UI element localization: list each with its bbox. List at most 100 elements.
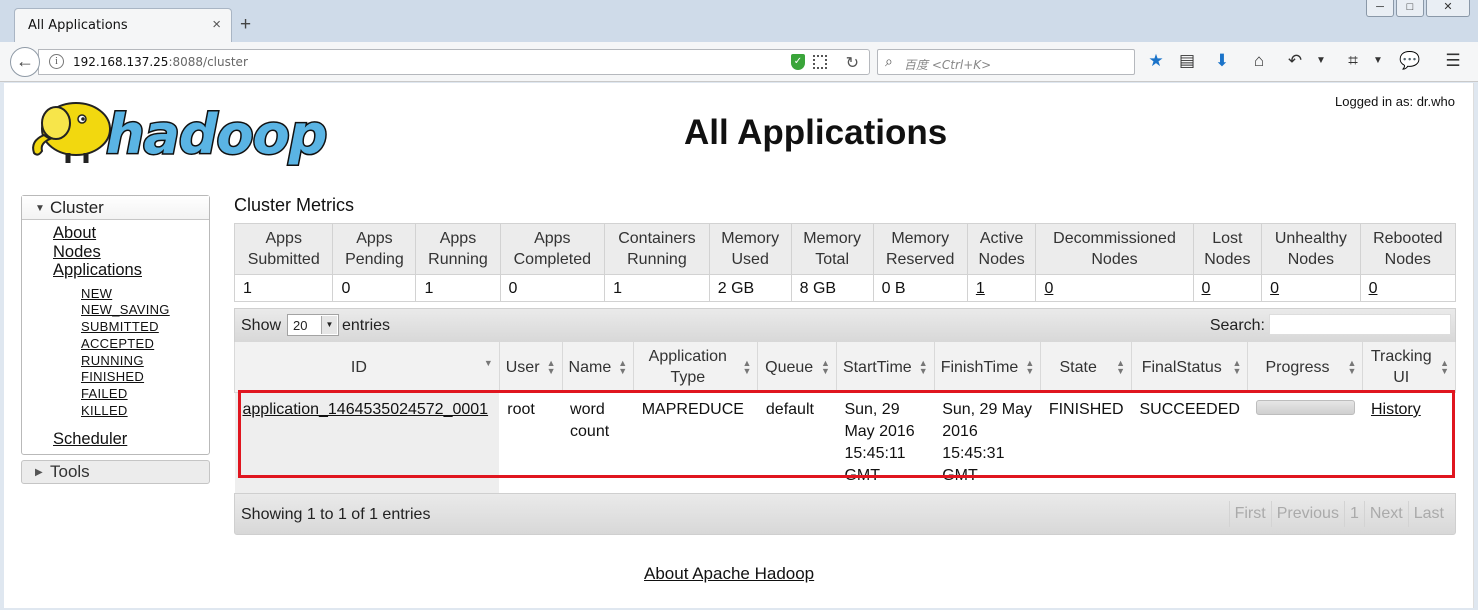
page-length-select[interactable]: 20 ▼ — [287, 314, 339, 336]
sidebar-link-nodes[interactable]: Nodes — [53, 243, 209, 262]
metric-lost-nodes: 0 — [1192, 274, 1263, 302]
menu-icon[interactable]: ☰ — [1442, 51, 1464, 71]
search-placeholder: 百度 <Ctrl+K> — [904, 58, 992, 72]
table-footer: Showing 1 to 1 of 1 entries First Previo… — [234, 493, 1456, 535]
reload-icon[interactable]: ↻ — [846, 53, 859, 73]
sidebar-link-state-accepted[interactable]: ACCEPTED — [81, 336, 209, 353]
unhealthy-nodes-link[interactable]: 0 — [1270, 280, 1279, 297]
hadoop-logo[interactable]: hadoop — [24, 91, 354, 171]
search-icon: ⌕ — [885, 53, 893, 69]
metric-memory-total: 8 GB — [790, 274, 874, 302]
sidebar-link-state-new-saving[interactable]: NEW_SAVING — [81, 302, 209, 319]
sidebar-link-state-finished[interactable]: FINISHED — [81, 369, 209, 386]
tools-section-header[interactable]: ▶ Tools — [21, 460, 210, 485]
close-tab-icon[interactable]: × — [212, 16, 221, 33]
close-window-button[interactable]: ✕ — [1426, 0, 1470, 17]
table-search-input[interactable] — [1269, 314, 1451, 335]
minimize-button[interactable]: ─ — [1366, 0, 1394, 17]
metrics-header: Decommissioned Nodes — [1035, 223, 1194, 275]
metric-apps-completed: 0 — [499, 274, 606, 302]
logged-in-label: Logged in as: dr.who — [1335, 94, 1455, 109]
qr-code-icon[interactable] — [813, 55, 827, 69]
browser-tab-bar: All Applications × + ─ □ ✕ — [0, 0, 1478, 42]
expanded-triangle-icon: ▼ — [35, 203, 45, 214]
maximize-button[interactable]: □ — [1396, 0, 1424, 17]
metric-apps-pending: 0 — [332, 274, 417, 302]
chat-icon[interactable]: 💬 — [1399, 51, 1421, 71]
metrics-header: Rebooted Nodes — [1359, 223, 1457, 275]
sidebar-link-state-new[interactable]: NEW — [81, 286, 209, 303]
column-header-state[interactable]: State ▲ ▼ — [1040, 342, 1132, 393]
site-info-icon[interactable]: i — [49, 54, 64, 69]
metric-unhealthy-nodes: 0 — [1261, 274, 1361, 302]
column-header-user[interactable]: User ▲ ▼ — [498, 342, 563, 393]
browser-tab[interactable]: All Applications × — [14, 8, 232, 42]
column-header-final-status[interactable]: FinalStatus ▲ ▼ — [1130, 342, 1249, 393]
sort-icon: ▲ ▼ — [618, 358, 628, 376]
sidebar-link-applications[interactable]: Applications — [53, 261, 209, 280]
pager-previous-button[interactable]: Previous — [1270, 501, 1344, 527]
show-label: Show — [241, 317, 282, 334]
column-header-finish-time[interactable]: FinishTime ▲ ▼ — [933, 342, 1042, 393]
column-header-tracking-ui[interactable]: Tracking UI ▲ ▼ — [1362, 342, 1456, 393]
reading-list-icon[interactable]: ▤ — [1176, 51, 1198, 71]
rebooted-nodes-link[interactable]: 0 — [1369, 280, 1378, 297]
sort-icon: ▲ ▼ — [742, 358, 752, 376]
column-header-application-type[interactable]: Application Type ▲ ▼ — [633, 342, 759, 393]
cluster-metrics-table: Apps Submitted Apps Pending Apps Running Ap… — [233, 223, 1457, 302]
application-id-link[interactable]: application_1464535024572_0001 — [243, 401, 489, 418]
about-apache-hadoop-link[interactable]: About Apache Hadoop — [644, 564, 814, 584]
shield-icon[interactable]: ✓ — [791, 54, 805, 70]
sidebar-link-state-failed[interactable]: FAILED — [81, 386, 209, 403]
dropdown-arrow-icon[interactable]: ▼ — [1367, 55, 1389, 66]
column-header-start-time[interactable]: StartTime ▲ ▼ — [835, 342, 935, 393]
pager-first-button[interactable]: First — [1228, 501, 1271, 527]
pagination: First Previous 1 Next Last — [1228, 501, 1449, 527]
column-header-queue[interactable]: Queue ▲ ▼ — [757, 342, 837, 393]
new-tab-button[interactable]: + — [240, 14, 251, 36]
table-header-row: ID ▼ User ▲ ▼ Name ▲ ▼ Application Type ▲ ▼ Queu… — [234, 342, 1456, 393]
metrics-header: Apps Submitted — [233, 223, 334, 275]
pager-next-button[interactable]: Next — [1363, 501, 1408, 527]
cell-queue: default — [757, 392, 837, 493]
search-bar[interactable]: ⌕ 百度 <Ctrl+K> — [877, 49, 1135, 75]
cell-name: word count — [562, 392, 634, 493]
cell-app-id: application_1464535024572_0001 — [234, 392, 500, 493]
decommissioned-nodes-link[interactable]: 0 — [1044, 280, 1053, 297]
sort-icon: ▲ ▼ — [1116, 358, 1125, 376]
collapsed-triangle-icon: ▶ — [35, 467, 43, 479]
bookmark-star-icon[interactable]: ★ — [1145, 51, 1167, 71]
sidebar-link-about[interactable]: About — [53, 224, 209, 243]
history-link[interactable]: History — [1371, 401, 1421, 418]
url-text[interactable]: 192.168.137.25:8088/cluster — [73, 55, 248, 69]
cell-tracking-ui: History — [1362, 392, 1456, 493]
entries-label: entries — [342, 317, 391, 334]
column-header-id[interactable]: ID ▼ — [234, 342, 500, 393]
dropdown-arrow-icon[interactable]: ▼ — [1310, 55, 1332, 66]
cell-user: root — [499, 392, 563, 493]
pager-last-button[interactable]: Last — [1407, 501, 1449, 527]
active-nodes-link[interactable]: 1 — [976, 280, 985, 297]
column-header-name[interactable]: Name ▲ ▼ — [561, 342, 635, 393]
metrics-header: Memory Reserved — [872, 223, 968, 275]
lost-nodes-link[interactable]: 0 — [1202, 280, 1211, 297]
metric-containers-running: 1 — [604, 274, 710, 302]
undo-icon[interactable]: ↶ — [1284, 51, 1306, 71]
address-bar[interactable]: i 192.168.137.25:8088/cluster ✓ ↻ — [38, 49, 870, 75]
search-label: Search: — [1209, 317, 1265, 334]
home-icon[interactable]: ⌂ — [1248, 51, 1270, 71]
column-header-progress[interactable]: Progress ▲ ▼ — [1247, 342, 1364, 393]
browser-nav-bar: i 192.168.137.25:8088/cluster ✓ ↻ ← ⌕ 百度… — [0, 42, 1478, 82]
page-content: hadoop Logged in as: dr.who All Applicat… — [4, 83, 1474, 608]
table-info: Showing 1 to 1 of 1 entries — [241, 506, 431, 523]
sidebar-link-state-killed[interactable]: KILLED — [81, 403, 209, 420]
cluster-section-header[interactable]: ▼ Cluster — [22, 196, 209, 220]
sidebar-link-scheduler[interactable]: Scheduler — [53, 430, 209, 449]
download-icon[interactable]: ⬇ — [1211, 51, 1233, 71]
back-button[interactable]: ← — [10, 47, 40, 77]
pager-page-1-button[interactable]: 1 — [1343, 501, 1364, 527]
sidebar-link-state-running[interactable]: RUNNING — [81, 353, 209, 370]
crop-icon[interactable]: ⌗ — [1342, 51, 1364, 71]
sort-icon: ▲ ▼ — [821, 358, 830, 376]
sidebar-link-state-submitted[interactable]: SUBMITTED — [81, 319, 209, 336]
